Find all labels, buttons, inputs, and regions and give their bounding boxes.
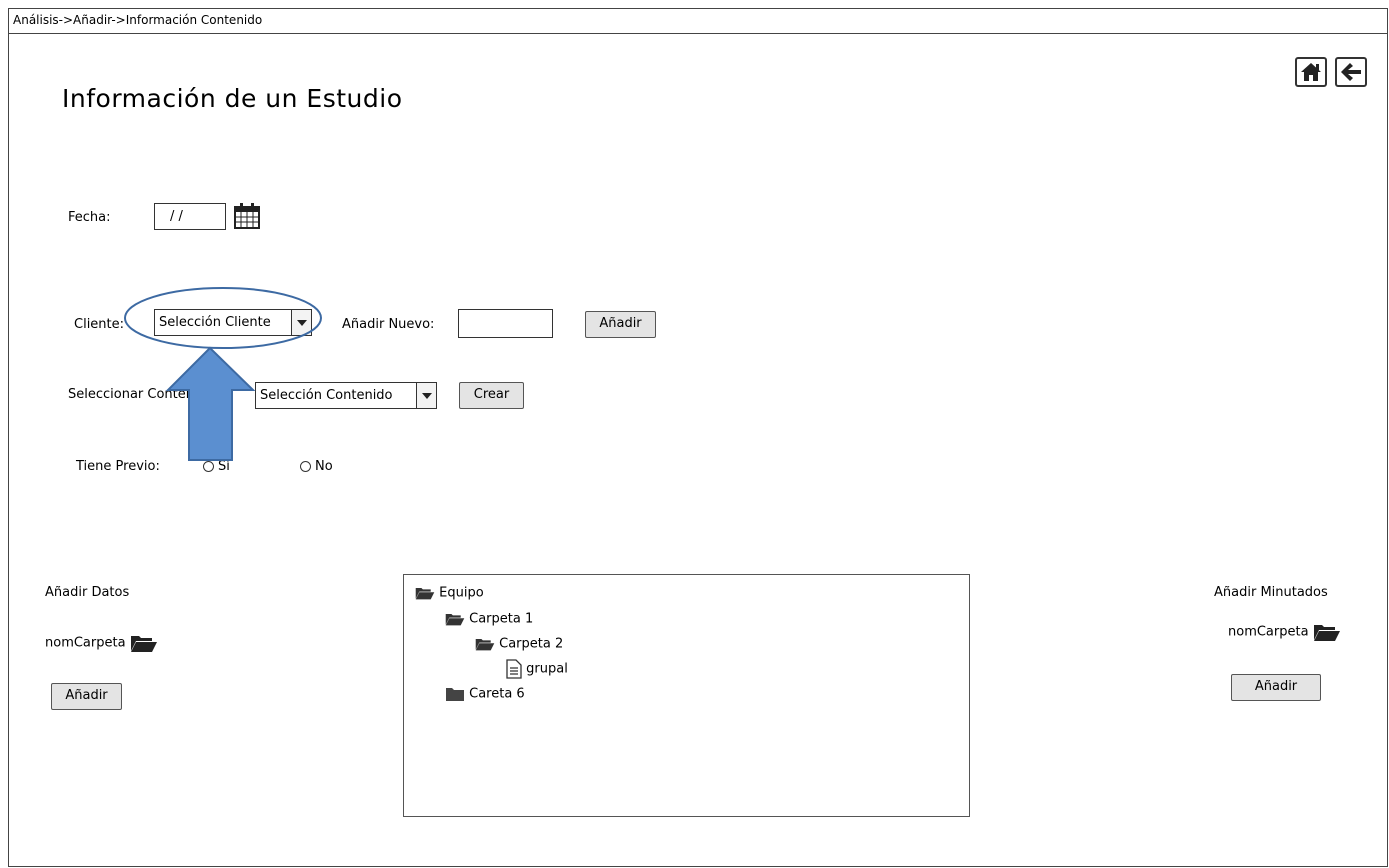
folder-open-icon [445, 614, 465, 626]
minutados-folder-label: nomCarpeta [1228, 624, 1309, 640]
folder-closed-icon [446, 688, 464, 701]
home-button[interactable] [1295, 57, 1327, 87]
add-new-label: Añadir Nuevo: [342, 317, 435, 332]
page-title: Información de un Estudio [62, 84, 403, 113]
folder-open-icon [475, 639, 495, 651]
back-arrow-icon [1341, 63, 1361, 81]
highlight-ellipse [124, 287, 322, 349]
create-button[interactable]: Crear [459, 382, 524, 409]
file-text-icon [506, 659, 522, 679]
tree-node-label: Careta 6 [469, 686, 525, 702]
add-new-input[interactable] [458, 309, 553, 338]
datos-folder[interactable]: nomCarpeta [45, 633, 158, 653]
tree-node-carpeta-1[interactable]: Carpeta 1 [445, 611, 533, 627]
breadcrumb-bar: Análisis->Añadir->Información Contenido [8, 8, 1388, 34]
annotation-overlay [124, 287, 322, 461]
minutados-folder[interactable]: nomCarpeta [1228, 622, 1341, 642]
datos-add-button[interactable]: Añadir [51, 683, 122, 710]
tree-node-label: Carpeta 1 [469, 611, 534, 627]
home-icon [1301, 63, 1321, 81]
add-client-button[interactable]: Añadir [585, 311, 656, 338]
minutados-add-button[interactable]: Añadir [1231, 674, 1321, 701]
folder-tree[interactable]: Equipo Carpeta 1 Carpeta 2 grupal Careta… [403, 574, 970, 817]
back-button[interactable] [1335, 57, 1367, 87]
breadcrumb: Análisis->Añadir->Información Contenido [13, 13, 263, 27]
cliente-label: Cliente: [74, 317, 125, 332]
fecha-value: / / [170, 209, 183, 224]
minutados-heading: Añadir Minutados [1214, 585, 1328, 600]
chevron-down-icon [416, 383, 436, 408]
fecha-label: Fecha: [68, 210, 111, 225]
folder-open-icon [130, 636, 157, 652]
tree-node-carpeta-2[interactable]: Carpeta 2 [475, 636, 563, 652]
datos-heading: Añadir Datos [45, 585, 130, 600]
tree-node-label: Equipo [439, 585, 484, 601]
fecha-input[interactable]: / / [154, 203, 226, 230]
up-arrow-annotation [165, 346, 256, 461]
folder-open-icon [415, 588, 435, 600]
datos-folder-label: nomCarpeta [45, 635, 126, 651]
tree-node-equipo[interactable]: Equipo [415, 585, 484, 601]
tree-node-careta-6[interactable]: Careta 6 [445, 686, 525, 702]
tree-node-label: Carpeta 2 [499, 636, 564, 652]
folder-open-icon [1313, 625, 1340, 641]
calendar-icon[interactable] [233, 202, 261, 230]
tree-node-label: grupal [526, 661, 568, 677]
tree-node-grupal[interactable]: grupal [506, 659, 568, 679]
